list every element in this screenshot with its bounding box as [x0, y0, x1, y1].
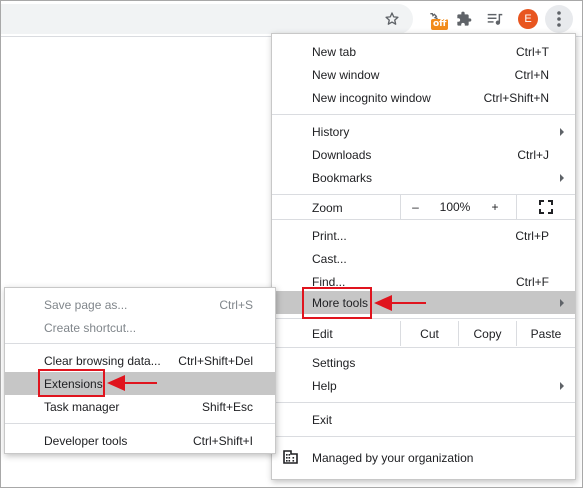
menu-item-shortcut: Ctrl+F [516, 275, 549, 289]
menu-item-label: Downloads [312, 148, 372, 162]
submenu-divider [5, 343, 275, 344]
extensions-annotation-box [38, 369, 105, 397]
menu-item-label: Cast... [312, 252, 347, 266]
menu-item-label: New tab [312, 45, 357, 59]
submenu-arrow-icon [560, 128, 564, 136]
menu-item-label: Edit [312, 327, 333, 341]
zoom-out-button[interactable]: – [400, 194, 430, 219]
menu-item-help[interactable]: Help [272, 374, 575, 397]
menu-item-cast[interactable]: Cast... [272, 247, 575, 270]
submenu-item-label: Developer tools [44, 434, 128, 448]
fullscreen-icon [539, 199, 553, 214]
chrome-main-menu: New tab Ctrl+T New window Ctrl+N New inc… [271, 33, 576, 480]
submenu-item-create-shortcut: Create shortcut... [5, 316, 275, 339]
submenu-arrow-icon [560, 174, 564, 182]
fullscreen-button[interactable] [516, 194, 575, 219]
copy-button[interactable]: Copy [458, 321, 516, 346]
menu-item-label: Print... [312, 229, 347, 243]
menu-item-label: Managed by your organization [312, 451, 474, 465]
menu-divider [272, 436, 575, 437]
copy-label: Copy [473, 326, 502, 341]
paste-button[interactable]: Paste [516, 321, 575, 346]
menu-item-shortcut: Ctrl+P [515, 229, 549, 243]
menu-item-bookmarks[interactable]: Bookmarks [272, 166, 575, 189]
menu-item-downloads[interactable]: Downloads Ctrl+J [272, 143, 575, 166]
submenu-item-task-manager[interactable]: Task manager Shift+Esc [5, 395, 275, 418]
extension-off-badge: off [431, 19, 449, 30]
zoom-level: 100% [430, 194, 480, 219]
menu-item-shortcut: Ctrl+T [516, 45, 549, 59]
zoom-in-button[interactable]: + [480, 194, 510, 219]
submenu-item-shortcut: Ctrl+Shift+I [192, 434, 253, 448]
menu-divider [272, 114, 575, 115]
submenu-item-label: Save page as... [44, 298, 128, 312]
menu-item-shortcut: Ctrl+Shift+N [483, 91, 549, 105]
menu-item-history[interactable]: History [272, 120, 575, 143]
menu-item-zoom: Zoom – 100% + [272, 194, 575, 219]
menu-divider [272, 219, 575, 220]
zoom-out-label: – [412, 199, 419, 214]
menu-item-label: Zoom [312, 201, 343, 215]
extension-off-icon[interactable]: off [421, 7, 449, 31]
extensions-annotation-arrow-icon [107, 375, 157, 391]
menu-item-label: New incognito window [312, 91, 431, 105]
submenu-item-shortcut: Shift+Esc [201, 400, 253, 414]
more-tools-annotation-box [302, 287, 372, 319]
profile-avatar[interactable]: E [516, 7, 540, 31]
menu-item-label: Help [312, 379, 337, 393]
menu-item-label: Settings [312, 356, 356, 370]
menu-item-shortcut: Ctrl+J [517, 148, 549, 162]
building-icon [283, 450, 298, 467]
omnibox[interactable] [0, 4, 413, 34]
menu-item-exit[interactable]: Exit [272, 408, 575, 431]
menu-item-print[interactable]: Print... Ctrl+P [272, 224, 575, 247]
menu-item-shortcut: Ctrl+N [514, 68, 549, 82]
menu-item-new-tab[interactable]: New tab Ctrl+T [272, 40, 575, 63]
submenu-item-label: Clear browsing data... [44, 354, 161, 368]
paste-label: Paste [530, 326, 562, 341]
puzzle-icon[interactable] [452, 7, 476, 31]
submenu-arrow-icon [560, 382, 564, 390]
submenu-divider [5, 423, 275, 424]
zoom-in-label: + [491, 199, 499, 214]
submenu-item-developer-tools[interactable]: Developer tools Ctrl+Shift+I [5, 429, 275, 452]
kebab-menu-icon[interactable] [547, 7, 571, 31]
cut-button[interactable]: Cut [400, 321, 458, 346]
submenu-item-label: Create shortcut... [44, 321, 137, 335]
menu-divider [272, 347, 575, 348]
menu-item-managed[interactable]: Managed by your organization [272, 446, 575, 469]
submenu-item-label: Task manager [44, 400, 120, 414]
menu-item-settings[interactable]: Settings [272, 351, 575, 374]
cut-label: Cut [420, 326, 439, 341]
bookmark-star-icon[interactable] [380, 7, 404, 31]
menu-item-label: Bookmarks [312, 171, 373, 185]
submenu-item-save-page: Save page as... Ctrl+S [5, 293, 275, 316]
menu-item-new-window[interactable]: New window Ctrl+N [272, 63, 575, 86]
menu-item-label: History [312, 125, 350, 139]
zoom-value: 100% [439, 199, 471, 214]
menu-item-label: Exit [312, 413, 333, 427]
menu-divider [272, 402, 575, 403]
browser-toolbar: off E [0, 0, 583, 37]
submenu-item-shortcut: Ctrl+S [219, 298, 253, 312]
media-queue-icon[interactable] [483, 7, 507, 31]
more-tools-annotation-arrow-icon [374, 295, 426, 311]
menu-item-new-incognito[interactable]: New incognito window Ctrl+Shift+N [272, 86, 575, 109]
menu-item-edit: Edit Cut Copy Paste [272, 321, 575, 346]
menu-item-label: New window [312, 68, 380, 82]
submenu-arrow-icon [560, 299, 564, 307]
submenu-item-shortcut: Ctrl+Shift+Del [178, 354, 253, 368]
avatar-letter: E [518, 9, 538, 29]
